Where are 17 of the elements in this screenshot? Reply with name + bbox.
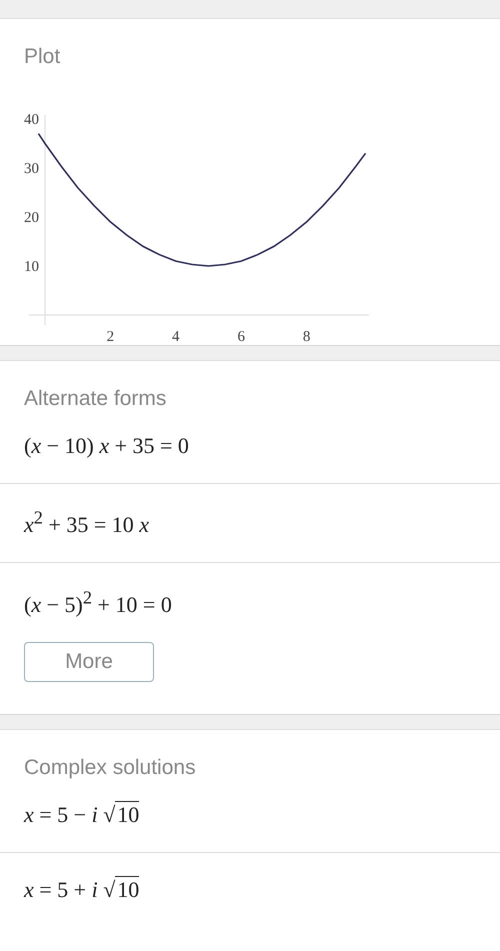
equation-text: (x − 10) x + 35 = 0 xyxy=(24,433,189,458)
y-tick-label: 20 xyxy=(24,210,39,226)
more-button[interactable]: More xyxy=(24,642,154,682)
solution-text: x = 5 + i √10 xyxy=(24,876,140,902)
equation-text: (x − 5)$^{2}$ + 10 = 0 xyxy=(24,592,172,617)
x-tick-label: 2 xyxy=(106,329,114,345)
y-tick-label: 40 xyxy=(24,112,39,128)
solution-text: x = 5 − i √10 xyxy=(24,800,140,827)
x-tick-label: 6 xyxy=(237,329,245,345)
x-tick-label: 8 xyxy=(302,329,310,345)
section-title: Alternate forms xyxy=(24,386,168,412)
section-title: Complex solutions xyxy=(24,754,197,781)
y-tick-label: 30 xyxy=(24,161,39,177)
equation-text: x$^{2}$ + 35 = 10 x xyxy=(24,512,150,538)
y-tick-label: 10 xyxy=(24,259,39,275)
x-tick-label: 4 xyxy=(172,329,180,345)
section-title: Plot xyxy=(24,44,62,69)
